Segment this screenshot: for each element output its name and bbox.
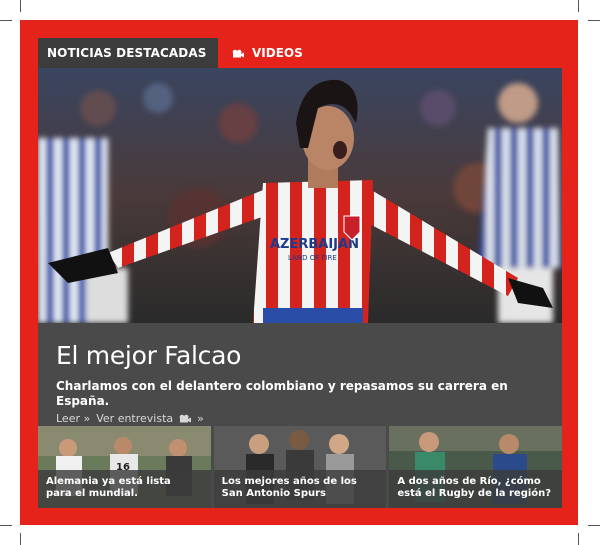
- watch-arrow[interactable]: »: [197, 412, 204, 425]
- thumbnail-caption-line: para el mundial.: [46, 488, 138, 499]
- crop-mark: [20, 533, 21, 545]
- thumbnail-spurs[interactable]: Los mejores años de los San Antonio Spur…: [213, 426, 387, 508]
- crop-mark: [588, 525, 600, 526]
- news-widget: NOTICIAS DESTACADAS VIDEOS AZERBAIJAN LA…: [38, 38, 562, 508]
- read-link[interactable]: Leer »: [56, 412, 90, 425]
- thumbnail-caption-line: San Antonio Spurs: [221, 488, 326, 499]
- watch-interview-link[interactable]: Ver entrevista: [96, 412, 173, 425]
- crop-mark: [20, 0, 21, 12]
- thumbnail-caption: Los mejores años de los San Antonio Spur…: [213, 470, 387, 508]
- crop-mark: [578, 533, 579, 545]
- thumbnail-caption-line: está el Rugby de la región?: [397, 488, 552, 499]
- tab-bar: NOTICIAS DESTACADAS VIDEOS: [38, 38, 562, 68]
- sponsor-subtext: LAND OF FIRE: [288, 254, 337, 262]
- tab-news[interactable]: NOTICIAS DESTACADAS: [38, 38, 218, 68]
- thumbnail-caption-line: A dos años de Río, ¿cómo: [397, 476, 541, 487]
- crop-mark: [588, 20, 600, 21]
- crop-mark: [0, 525, 12, 526]
- thumbnail-caption-line: Los mejores años de los: [221, 476, 357, 487]
- thumbnail-caption: A dos años de Río, ¿cómo está el Rugby d…: [389, 470, 562, 508]
- thumbnail-caption-line: Alemania ya está lista: [46, 476, 171, 487]
- tab-videos-label: VIDEOS: [252, 46, 303, 60]
- thumbnail-rugby[interactable]: A dos años de Río, ¿cómo está el Rugby d…: [389, 426, 562, 508]
- hero-image[interactable]: AZERBAIJAN LAND OF FIRE: [38, 68, 562, 323]
- hero-photo: AZERBAIJAN LAND OF FIRE: [38, 68, 562, 323]
- tab-videos[interactable]: VIDEOS: [218, 38, 562, 68]
- crop-mark: [0, 20, 12, 21]
- sponsor-text: AZERBAIJAN: [270, 237, 359, 252]
- thumbnail-germany[interactable]: 16 Alemania ya está lista para el mundia…: [38, 426, 211, 508]
- video-camera-icon: [232, 49, 244, 57]
- featured-title[interactable]: El mejor Falcao: [56, 341, 544, 371]
- thumbnail-row: 16 Alemania ya está lista para el mundia…: [38, 426, 562, 508]
- thumbnail-caption: Alemania ya está lista para el mundial.: [38, 470, 211, 508]
- featured-caption: El mejor Falcao Charlamos con el delante…: [38, 323, 562, 426]
- crop-mark: [578, 0, 579, 12]
- featured-summary: Charlamos con el delantero colombiano y …: [56, 379, 508, 408]
- video-camera-icon: [179, 414, 192, 423]
- featured-links: Leer » Ver entrevista »: [56, 412, 544, 425]
